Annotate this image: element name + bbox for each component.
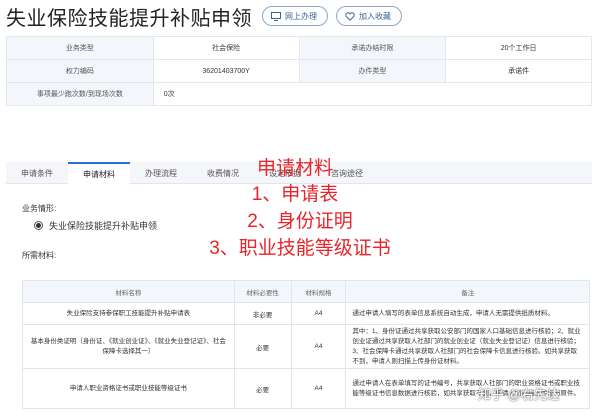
info-key: 业务类型 <box>6 36 154 60</box>
info-value: 0次 <box>152 82 593 106</box>
info-value: 20个工作日 <box>445 36 592 60</box>
table-row: 基本身份类证明（身份证、《就业创业证》、《就业失业登记证》、社会保障卡选择其一）… <box>22 324 590 369</box>
info-key: 事项最少跑次数/到现场次数 <box>6 82 154 106</box>
material-name: 失业保险支持参保职工技能提升补贴申请表 <box>22 302 235 325</box>
info-value: 承诺件 <box>445 59 592 83</box>
materials-header-row: 材料名称 材料必要性 材料规格 备注 <box>22 280 590 303</box>
col-header-spec: 材料规格 <box>290 280 347 303</box>
annotation-title: 申请材料 <box>256 158 333 179</box>
info-row: 业务类型 社会保险 承诺办结时限 20个工作日 <box>6 36 592 60</box>
annotation-item-2: 2、身份证明 <box>247 211 353 232</box>
col-header-remark: 备注 <box>345 280 590 303</box>
info-value: 社会保险 <box>152 36 300 60</box>
material-necessity: 必要 <box>233 368 292 409</box>
table-row: 失业保险支持参保职工技能提升补贴申请表 非必要 A4 通过申请人填写的表单信息系… <box>22 302 590 325</box>
material-spec: A4 <box>290 302 347 325</box>
material-necessity: 非必要 <box>233 302 292 325</box>
info-key: 权力编码 <box>6 59 154 83</box>
monitor-icon <box>271 11 281 21</box>
material-name: 基本身份类证明（身份证、《就业创业证》、《就业失业登记证》、社会保障卡选择其一） <box>22 324 235 369</box>
info-value: 36201403700Y <box>152 59 300 83</box>
annotation-item-3: 3、职业技能等级证书 <box>209 238 391 259</box>
header: 失业保险技能提升补贴申领 网上办理 加入收藏 <box>6 3 402 30</box>
heart-icon <box>345 11 355 21</box>
col-header-necessity: 材料必要性 <box>233 280 292 303</box>
add-favorite-button[interactable]: 加入收藏 <box>336 6 402 26</box>
material-spec: A4 <box>290 324 347 369</box>
online-apply-label: 网上办理 <box>285 11 317 21</box>
material-remark: 通过申请人填写的表单信息系统自动生成，申请人无需提供纸质材料。 <box>345 302 590 325</box>
col-header-name: 材料名称 <box>22 280 235 303</box>
material-necessity: 必要 <box>233 324 292 369</box>
annotation-item-1: 1、申请表 <box>251 184 339 205</box>
info-key: 承诺办结时限 <box>298 36 447 60</box>
info-row: 权力编码 36201403700Y 办件类型 承诺件 <box>6 59 592 83</box>
page-title: 失业保险技能提升补贴申领 <box>6 7 252 30</box>
watermark: 知乎 @右先达 <box>478 387 560 402</box>
add-favorite-label: 加入收藏 <box>359 11 391 21</box>
info-key: 办件类型 <box>298 59 447 83</box>
online-apply-button[interactable]: 网上办理 <box>262 6 328 26</box>
material-name: 申请人职业资格证书或职业技能等级证书 <box>22 368 235 409</box>
info-row: 事项最少跑次数/到现场次数 0次 <box>6 82 593 106</box>
material-spec: A4 <box>290 368 347 409</box>
material-remark: 其中：1、身份证通过共享获取公安部门的国家人口基础信息进行核验；2、就业创业证通… <box>345 324 590 369</box>
info-table: 业务类型 社会保险 承诺办结时限 20个工作日 权力编码 36201403700… <box>6 36 593 106</box>
